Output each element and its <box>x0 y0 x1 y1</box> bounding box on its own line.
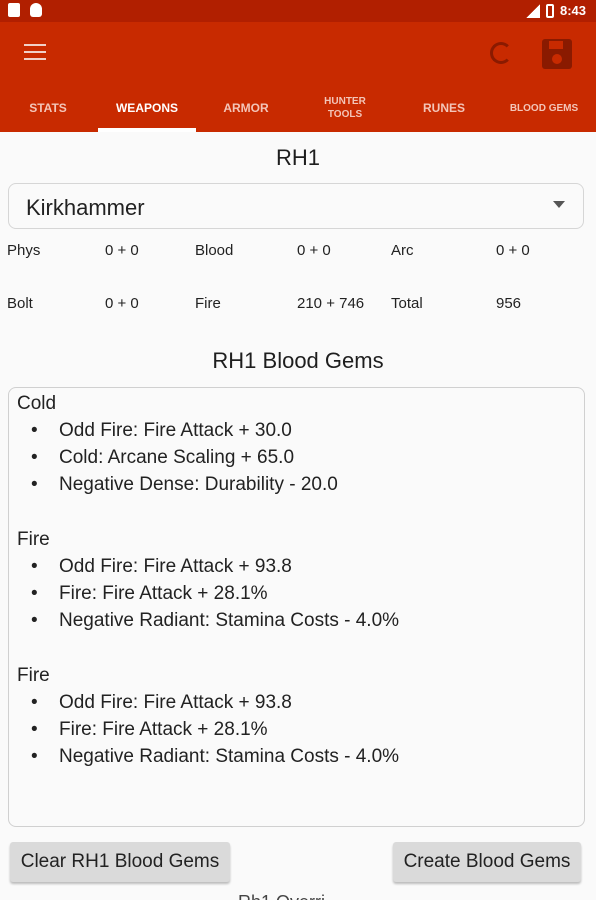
tab-bar: STATS WEAPONS ARMOR HUNTER TOOLS RUNES B… <box>0 84 596 132</box>
gem-effect: • Negative Radiant: Stamina Costs - 4.0% <box>31 610 400 631</box>
android-icon <box>30 3 42 17</box>
refresh-icon[interactable] <box>490 42 512 64</box>
stat-value-arc: 0 + 0 <box>496 242 530 259</box>
gem-effect: • Fire: Fire Attack + 28.1% <box>31 583 268 604</box>
gem-effect: • Odd Fire: Fire Attack + 30.0 <box>31 420 292 441</box>
clear-blood-gems-button[interactable]: Clear RH1 Blood Gems <box>10 842 230 882</box>
stat-label-fire: Fire <box>195 295 221 312</box>
next-section-title: Rh1 Overri... <box>238 893 378 900</box>
stat-label-total: Total <box>391 295 423 312</box>
gem-effect: • Fire: Fire Attack + 28.1% <box>31 719 268 740</box>
signal-icon <box>525 3 540 18</box>
app-bar: STATS WEAPONS ARMOR HUNTER TOOLS RUNES B… <box>0 22 596 132</box>
stat-value-bolt: 0 + 0 <box>105 295 139 312</box>
gem-name: Cold <box>17 393 57 414</box>
gem-effect: • Odd Fire: Fire Attack + 93.8 <box>31 692 292 713</box>
menu-icon[interactable] <box>24 44 46 62</box>
gem-name: Fire <box>17 529 50 550</box>
stat-label-phys: Phys <box>7 242 41 259</box>
blood-gems-title: RH1 Blood Gems <box>212 348 384 373</box>
blood-gems-textbox[interactable]: Cold • Odd Fire: Fire Attack + 30.0 • Cold… <box>8 387 585 827</box>
gem-group: Fire • Odd Fire: Fire Attack + 93.8 • Fire… <box>17 662 399 770</box>
weapon-dropdown[interactable]: Kirkhammer <box>8 183 584 229</box>
stat-label-bolt: Bolt <box>7 295 33 312</box>
dropdown-arrow-icon <box>553 201 565 208</box>
tab-hunter-tools[interactable]: HUNTER TOOLS <box>296 84 394 132</box>
notification-icon <box>8 3 20 17</box>
stat-label-arc: Arc <box>391 242 414 259</box>
stat-value-fire: 210 + 746 <box>297 295 365 312</box>
save-icon[interactable] <box>542 39 572 69</box>
gem-effect: • Negative Radiant: Stamina Costs - 4.0% <box>31 746 400 767</box>
active-tab-indicator <box>98 128 196 132</box>
tab-runes[interactable]: RUNES <box>394 84 494 132</box>
tab-armor[interactable]: ARMOR <box>196 84 296 132</box>
weapon-dropdown-value: Kirkhammer <box>26 195 145 220</box>
gem-effect: • Odd Fire: Fire Attack + 93.8 <box>31 556 292 577</box>
status-bar: 8:43 <box>0 0 596 22</box>
stat-value-total: 956 <box>496 295 522 312</box>
status-time: 8:43 <box>559 3 586 18</box>
stat-label-blood: Blood <box>195 242 234 259</box>
stat-value-phys: 0 + 0 <box>105 242 139 259</box>
gem-effect: • Negative Dense: Durability - 20.0 <box>31 474 338 495</box>
tab-stats[interactable]: STATS <box>0 84 96 132</box>
tab-blood-gems[interactable]: BLOOD GEMS <box>494 84 594 132</box>
stat-value-blood: 0 + 0 <box>297 242 331 259</box>
gem-group: Fire • Odd Fire: Fire Attack + 93.8 • Fire… <box>17 526 399 634</box>
gem-group: Cold • Odd Fire: Fire Attack + 30.0 • Cold… <box>17 390 338 498</box>
weapon-slot-title: RH1 <box>275 145 320 170</box>
gem-name: Fire <box>17 665 50 686</box>
gem-effect: • Cold: Arcane Scaling + 65.0 <box>31 447 295 468</box>
tab-weapons[interactable]: WEAPONS <box>98 84 196 132</box>
create-blood-gems-button[interactable]: Create Blood Gems <box>393 842 581 882</box>
battery-icon <box>545 3 554 18</box>
